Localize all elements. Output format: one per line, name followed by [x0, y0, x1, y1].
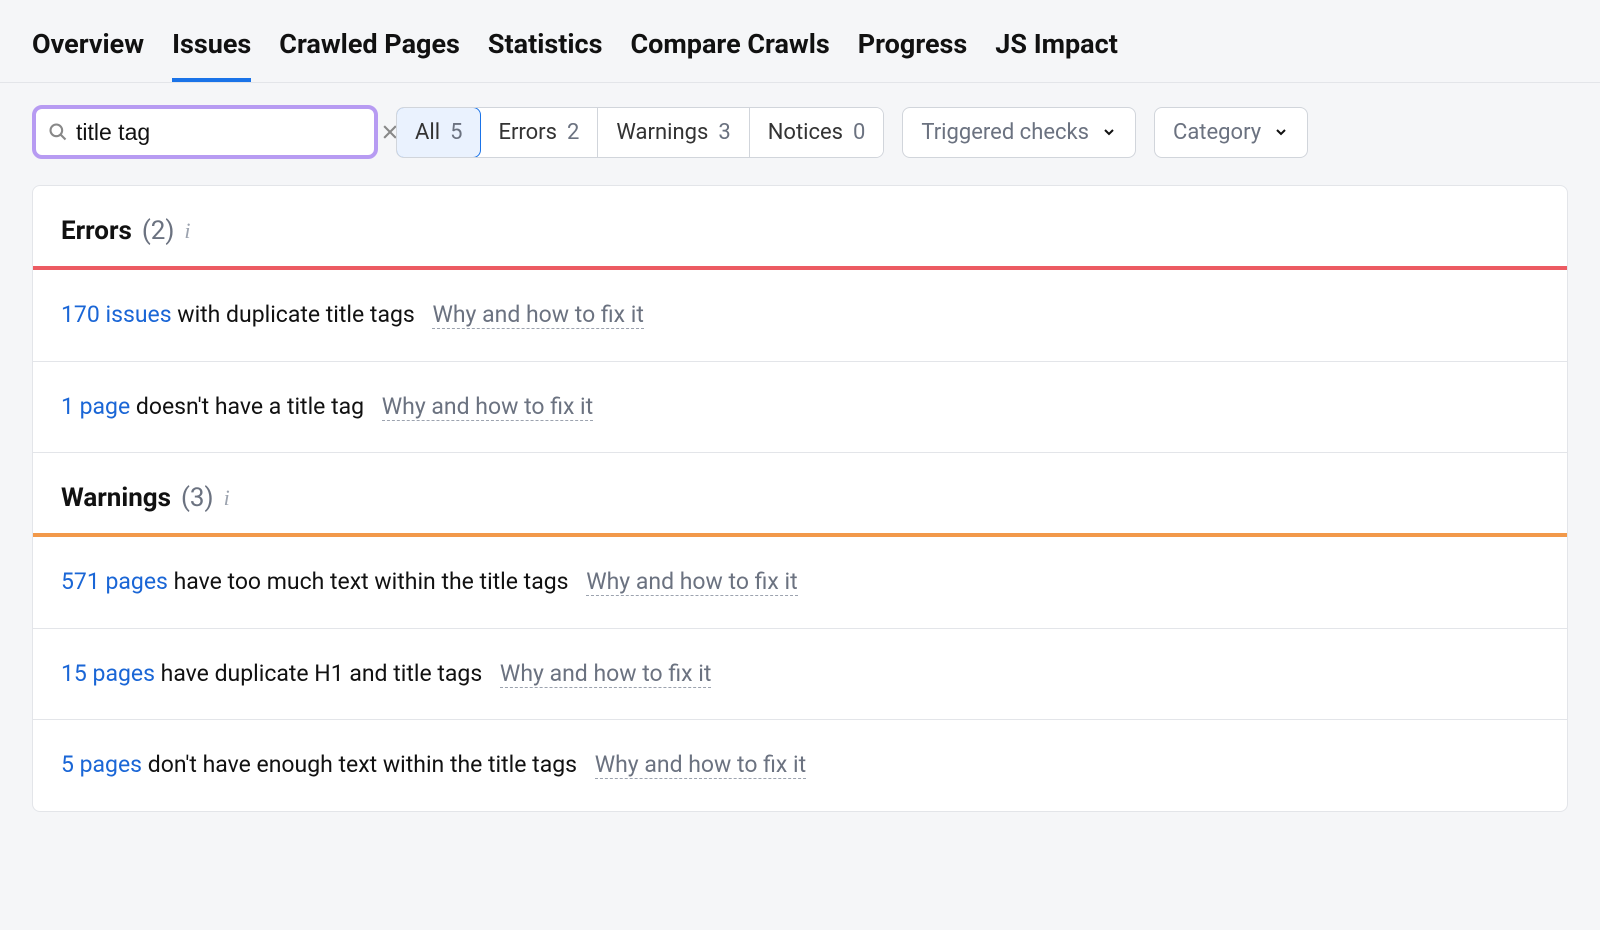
dropdown-label: Triggered checks: [921, 120, 1089, 145]
filter-label: Warnings: [616, 120, 708, 145]
filter-label: All: [415, 120, 440, 145]
warnings-header: Warnings (3) i: [33, 453, 1567, 533]
issue-link[interactable]: 15 pages: [61, 660, 155, 687]
issue-row: 170 issues with duplicate title tags Why…: [33, 270, 1567, 362]
issue-row: 15 pages have duplicate H1 and title tag…: [33, 629, 1567, 721]
chevron-down-icon: [1101, 124, 1117, 140]
search-icon: [48, 122, 68, 142]
section-count: (2): [142, 216, 175, 246]
filter-notices[interactable]: Notices 0: [750, 108, 884, 157]
search-input[interactable]: [68, 119, 380, 146]
tab-overview[interactable]: Overview: [32, 28, 144, 82]
issue-link[interactable]: 170 issues: [61, 301, 172, 328]
filter-errors[interactable]: Errors 2: [480, 108, 598, 157]
triggered-checks-dropdown[interactable]: Triggered checks: [902, 107, 1136, 158]
issue-text: don't have enough text within the title …: [142, 751, 577, 778]
why-fix-link[interactable]: Why and how to fix it: [595, 751, 806, 779]
tab-statistics[interactable]: Statistics: [488, 28, 603, 82]
filter-label: Notices: [768, 120, 843, 145]
issue-row: 5 pages don't have enough text within th…: [33, 720, 1567, 811]
tab-crawled-pages[interactable]: Crawled Pages: [279, 28, 460, 82]
filter-label: Errors: [498, 120, 557, 145]
filter-all[interactable]: All 5: [396, 107, 481, 158]
section-count: (3): [181, 483, 214, 513]
tab-compare-crawls[interactable]: Compare Crawls: [631, 28, 830, 82]
issue-text: have too much text within the title tags: [168, 568, 569, 595]
filter-count: 3: [718, 120, 730, 145]
chevron-down-icon: [1273, 124, 1289, 140]
info-icon[interactable]: i: [224, 485, 230, 511]
issue-text: have duplicate H1 and title tags: [155, 660, 482, 687]
issue-link[interactable]: 5 pages: [61, 751, 142, 778]
issues-panel: Errors (2) i 170 issues with duplicate t…: [32, 185, 1568, 812]
errors-header: Errors (2) i: [33, 186, 1567, 266]
issue-link[interactable]: 1 page: [61, 393, 130, 420]
dropdown-label: Category: [1173, 120, 1261, 145]
issue-link[interactable]: 571 pages: [61, 568, 168, 595]
main-tabs: Overview Issues Crawled Pages Statistics…: [0, 0, 1600, 83]
issue-text: doesn't have a title tag: [130, 393, 364, 420]
section-title: Warnings: [61, 483, 171, 513]
filter-count: 0: [853, 120, 865, 145]
why-fix-link[interactable]: Why and how to fix it: [382, 393, 593, 421]
filter-count: 5: [450, 120, 462, 145]
type-filter-group: All 5 Errors 2 Warnings 3 Notices 0: [396, 107, 884, 158]
why-fix-link[interactable]: Why and how to fix it: [586, 568, 797, 596]
filter-count: 2: [567, 120, 579, 145]
filter-warnings[interactable]: Warnings 3: [598, 108, 749, 157]
tab-issues[interactable]: Issues: [172, 28, 251, 82]
tab-progress[interactable]: Progress: [858, 28, 968, 82]
why-fix-link[interactable]: Why and how to fix it: [500, 660, 711, 688]
issue-row: 571 pages have too much text within the …: [33, 537, 1567, 629]
search-box: [32, 105, 378, 159]
why-fix-link[interactable]: Why and how to fix it: [432, 301, 643, 329]
issue-text: with duplicate title tags: [172, 301, 415, 328]
tab-js-impact[interactable]: JS Impact: [995, 28, 1118, 82]
section-title: Errors: [61, 216, 132, 246]
issue-row: 1 page doesn't have a title tag Why and …: [33, 362, 1567, 454]
filter-row: All 5 Errors 2 Warnings 3 Notices 0 Trig…: [0, 83, 1600, 185]
category-dropdown[interactable]: Category: [1154, 107, 1308, 158]
info-icon[interactable]: i: [184, 218, 190, 244]
